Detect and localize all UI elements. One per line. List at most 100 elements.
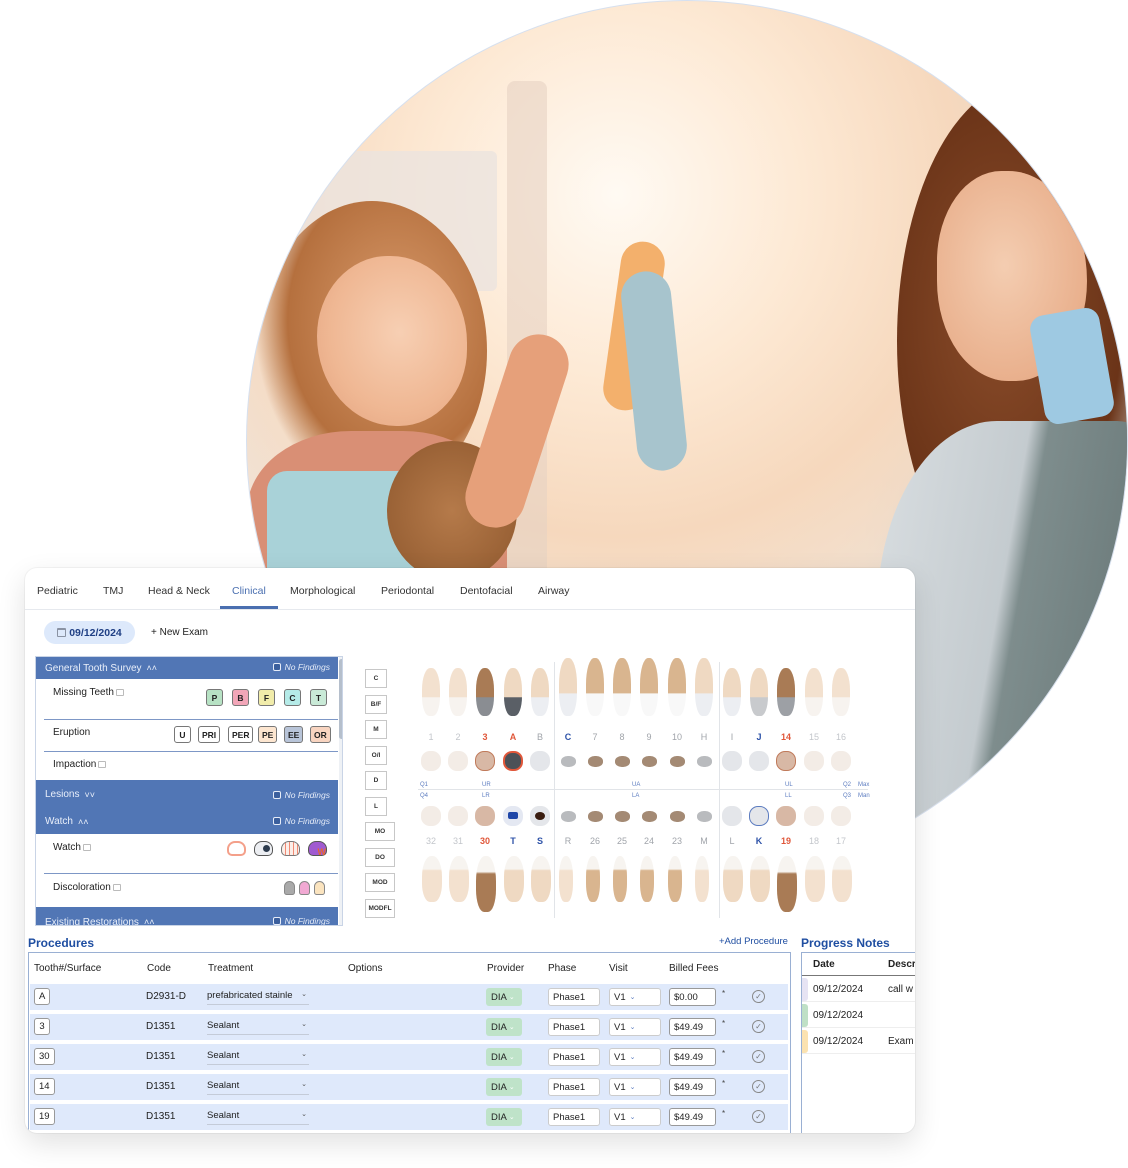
missing-chip-f[interactable]: F (258, 689, 275, 706)
upper-occlusal-B[interactable] (530, 751, 550, 771)
tooth-number[interactable]: 30 (473, 836, 497, 846)
phase-input[interactable]: Phase1 (548, 988, 600, 1006)
progress-note-row[interactable]: 09/12/2024 Exam (802, 1029, 915, 1054)
upper-tooth-10[interactable] (668, 658, 686, 716)
tooth-number[interactable]: 8 (610, 732, 634, 742)
chevron-up-icon[interactable]: ˄˄ (78, 817, 89, 827)
upper-tooth-1[interactable] (422, 668, 440, 716)
tooth-number[interactable]: R (556, 836, 580, 846)
lower-tooth-19[interactable] (777, 856, 797, 912)
complete-check-icon[interactable]: ✓ (752, 990, 765, 1003)
missing-chip-p[interactable]: P (206, 689, 223, 706)
upper-occlusal-9[interactable] (642, 756, 657, 767)
eruption-chip-or[interactable]: OR (310, 726, 331, 743)
tab-airway[interactable]: Airway (538, 585, 570, 597)
watch-lesion-icon[interactable] (254, 841, 273, 856)
tab-periodontal[interactable]: Periodontal (381, 585, 434, 597)
eruption-chip-u[interactable]: U (174, 726, 191, 743)
upper-occlusal-7[interactable] (588, 756, 603, 767)
tooth-number[interactable]: L (720, 836, 744, 846)
watch-purple-icon[interactable]: W (308, 841, 327, 857)
no-findings-toggle[interactable]: No Findings (272, 790, 330, 800)
upper-tooth-I[interactable] (723, 668, 741, 716)
tooth-number[interactable]: 15 (802, 732, 826, 742)
billed-fee-input[interactable]: $0.00 (669, 988, 716, 1006)
surface-button-modfl[interactable]: MODFL (365, 898, 395, 918)
surface-button-do[interactable]: DO (365, 847, 395, 867)
missing-chip-b[interactable]: B (232, 689, 249, 706)
procedure-row[interactable]: A D2931-D prefabricated stainle ⌄ DIA ⌄ Phase1… (30, 984, 788, 1010)
tooth-number[interactable]: 2 (446, 732, 470, 742)
upper-tooth-15[interactable] (805, 668, 823, 716)
eruption-chip-per[interactable]: PER (228, 726, 254, 743)
surface-button-c[interactable]: C (365, 669, 387, 688)
surface-button-oi[interactable]: O/I (365, 745, 387, 765)
lower-occlusal-25[interactable] (615, 811, 630, 822)
lower-occlusal-30[interactable] (475, 806, 495, 826)
billed-fee-input[interactable]: $49.49 (669, 1018, 716, 1036)
section-general-tooth-survey[interactable]: General Tooth Survey ˄˄ No Findings (36, 657, 338, 679)
upper-occlusal-1[interactable] (421, 751, 441, 771)
tooth-number[interactable]: 3 (473, 732, 497, 742)
progress-note-row[interactable]: 09/12/2024 (802, 1003, 915, 1028)
upper-tooth-2[interactable] (449, 668, 467, 716)
eruption-chip-pri[interactable]: PRI (198, 726, 221, 743)
new-exam-button[interactable]: + New Exam (151, 627, 208, 638)
comment-icon[interactable] (115, 689, 124, 696)
procedure-row[interactable]: 3 D1351 Sealant ⌄ DIA ⌄ Phase1 V1 ⌄ $49.49 * ✓ (30, 1014, 788, 1040)
scrollbar-thumb[interactable] (339, 659, 342, 739)
visit-select[interactable]: V1 ⌄ (609, 1018, 661, 1036)
lower-occlusal-T[interactable] (503, 806, 523, 826)
watch-fissure-icon[interactable] (281, 841, 300, 856)
tooth-number[interactable]: J (747, 732, 771, 742)
billed-fee-input[interactable]: $49.49 (669, 1078, 716, 1096)
billed-fee-input[interactable]: $49.49 (669, 1108, 716, 1126)
lower-occlusal-19[interactable] (776, 806, 796, 826)
comment-icon[interactable] (112, 884, 121, 891)
provider-select[interactable]: DIA ⌄ (486, 1108, 522, 1126)
tooth-surface-badge[interactable]: 19 (34, 1108, 55, 1125)
procedure-row[interactable]: 14 D1351 Sealant ⌄ DIA ⌄ Phase1 V1 ⌄ $49.49 * ✓ (30, 1074, 788, 1100)
tooth-number[interactable]: 1 (419, 732, 443, 742)
upper-occlusal-C[interactable] (561, 756, 576, 767)
upper-tooth-J[interactable] (750, 668, 768, 716)
upper-occlusal-2[interactable] (448, 751, 468, 771)
tooth-number[interactable]: K (747, 836, 771, 846)
comment-icon[interactable] (82, 844, 91, 851)
tab-morphological[interactable]: Morphological (290, 585, 355, 597)
tooth-surface-badge[interactable]: A (34, 988, 51, 1005)
lower-tooth-24[interactable] (640, 856, 654, 902)
chevron-down-icon[interactable]: ˅˅ (84, 790, 95, 800)
treatment-select[interactable]: Sealant ⌄ (207, 1108, 309, 1125)
tooth-number[interactable]: C (556, 732, 580, 742)
visit-select[interactable]: V1 ⌄ (609, 1048, 661, 1066)
upper-occlusal-3[interactable] (475, 751, 495, 771)
upper-tooth-C[interactable] (559, 658, 577, 716)
surface-button-mod[interactable]: MOD (365, 873, 395, 892)
tooth-number[interactable]: 9 (637, 732, 661, 742)
surface-button-d[interactable]: D (365, 771, 387, 790)
upper-occlusal-J[interactable] (749, 751, 769, 771)
provider-select[interactable]: DIA ⌄ (486, 988, 522, 1006)
lower-tooth-R[interactable] (559, 856, 573, 902)
lower-tooth-L[interactable] (723, 856, 743, 902)
tooth-number[interactable]: 31 (446, 836, 470, 846)
procedure-row[interactable]: 19 D1351 Sealant ⌄ DIA ⌄ Phase1 V1 ⌄ $49.49 * ✓ (30, 1104, 788, 1130)
tooth-number[interactable]: 26 (583, 836, 607, 846)
tooth-number[interactable]: 24 (637, 836, 661, 846)
provider-select[interactable]: DIA ⌄ (486, 1048, 522, 1066)
lower-occlusal-23[interactable] (670, 811, 685, 822)
tab-clinical[interactable]: Clinical (232, 585, 266, 597)
treatment-select[interactable]: Sealant ⌄ (207, 1078, 309, 1095)
upper-occlusal-10[interactable] (670, 756, 685, 767)
lower-tooth-18[interactable] (805, 856, 825, 902)
checkbox[interactable] (272, 917, 281, 925)
tooth-surface-badge[interactable]: 14 (34, 1078, 55, 1095)
tooth-number[interactable]: 32 (419, 836, 443, 846)
discoloration-swatch[interactable] (299, 881, 310, 895)
no-findings-toggle[interactable]: No Findings (272, 916, 330, 925)
lower-occlusal-K[interactable] (749, 806, 769, 826)
checkbox[interactable] (272, 663, 281, 671)
upper-tooth-8[interactable] (613, 658, 631, 716)
upper-occlusal-8[interactable] (615, 756, 630, 767)
